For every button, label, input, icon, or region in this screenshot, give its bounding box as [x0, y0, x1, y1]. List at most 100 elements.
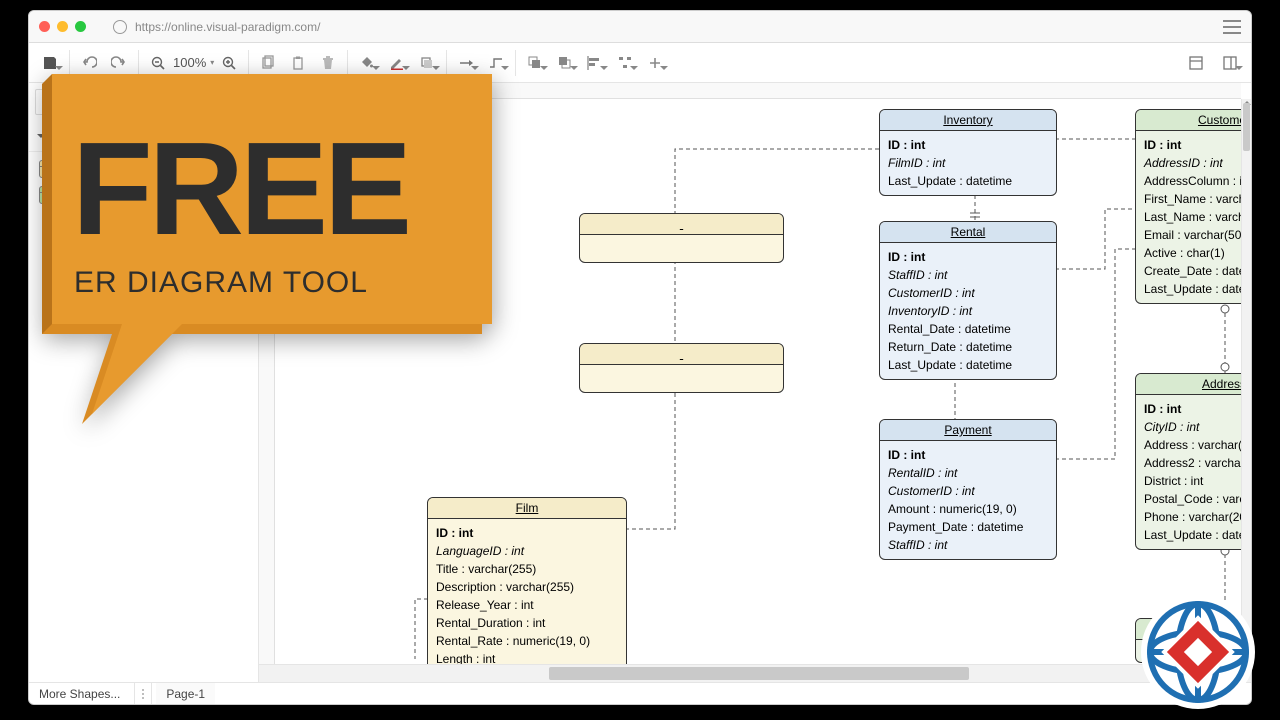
more-shapes-button[interactable]: More Shapes...	[29, 687, 130, 701]
tab-drag-handle-icon[interactable]	[139, 689, 147, 699]
entity-hidden-2[interactable]	[579, 343, 784, 393]
entity-rental[interactable]: Rental ID : intStaffID : intCustomerID :…	[879, 221, 1057, 380]
entity-column: FilmID : int	[888, 154, 1048, 172]
entity-column: CustomerID : int	[888, 482, 1048, 500]
entity-customer[interactable]: Customer ID : intAddressID : intAddressC…	[1135, 109, 1251, 304]
promo-banner: FREE ER DIAGRAM TOOL	[22, 74, 502, 454]
entity-column: RentalID : int	[888, 464, 1048, 482]
url-text: https://online.visual-paradigm.com/	[135, 20, 320, 34]
entity-column: CustomerID : int	[888, 284, 1048, 302]
entity-column: Email : varchar(50)	[1144, 226, 1251, 244]
entity-column: Amount : numeric(19, 0)	[888, 500, 1048, 518]
entity-column: ID : int	[888, 136, 1048, 154]
window-controls	[39, 21, 86, 32]
zoom-out-button[interactable]	[143, 48, 173, 78]
titlebar: https://online.visual-paradigm.com/	[29, 11, 1251, 43]
entity-column: Phone : varchar(20)	[1144, 508, 1251, 526]
entity-column: Release_Year : int	[436, 596, 618, 614]
entity-column: Last_Name : varchar(255)	[1144, 208, 1251, 226]
entity-title: Customer	[1136, 110, 1251, 131]
entity-column: StaffID : int	[888, 536, 1048, 554]
entity-title: Payment	[880, 420, 1056, 441]
shadow-button[interactable]	[412, 48, 442, 78]
entity-column: Active : char(1)	[1144, 244, 1251, 262]
entity-inventory[interactable]: Inventory ID : intFilmID : intLast_Updat…	[879, 109, 1057, 196]
entity-column: Description : varchar(255)	[436, 578, 618, 596]
entity-column: LanguageID : int	[436, 542, 618, 560]
to-back-button[interactable]	[550, 48, 580, 78]
entity-film[interactable]: Film ID : intLanguageID : intTitle : var…	[427, 497, 627, 674]
entity-body: ID : intFilmID : intLast_Update : dateti…	[880, 131, 1056, 195]
format-panel-button[interactable]	[1215, 48, 1245, 78]
entity-column: InventoryID : int	[888, 302, 1048, 320]
status-bar: More Shapes... Page-1	[29, 682, 1251, 704]
line-color-button[interactable]	[382, 48, 412, 78]
scrollbar-thumb[interactable]	[1243, 103, 1250, 151]
entity-column: CityID : int	[1144, 418, 1251, 436]
entity-body: ID : intLanguageID : intTitle : varchar(…	[428, 519, 626, 673]
entity-column: ID : int	[1144, 400, 1251, 418]
entity-column: StaffID : int	[888, 266, 1048, 284]
entity-column: ID : int	[888, 248, 1048, 266]
entity-payment[interactable]: Payment ID : intRentalID : intCustomerID…	[879, 419, 1057, 560]
connection-arrow-button[interactable]	[451, 48, 481, 78]
save-button[interactable]	[35, 48, 65, 78]
delete-button[interactable]	[313, 48, 343, 78]
waypoint-button[interactable]	[481, 48, 511, 78]
paste-button[interactable]	[283, 48, 313, 78]
entity-body: ID : intCityID : intAddress : varchar(50…	[1136, 395, 1251, 549]
entity-column: Rental_Date : datetime	[888, 320, 1048, 338]
undo-button[interactable]	[74, 48, 104, 78]
entity-column: Return_Date : datetime	[888, 338, 1048, 356]
entity-column: Payment_Date : datetime	[888, 518, 1048, 536]
distribute-button[interactable]	[610, 48, 640, 78]
entity-body: ID : intStaffID : intCustomerID : intInv…	[880, 243, 1056, 379]
entity-body: ID : intRentalID : intCustomerID : intAm…	[880, 441, 1056, 559]
maximize-window-icon[interactable]	[75, 21, 86, 32]
entity-title: Address	[1136, 374, 1251, 395]
url-bar[interactable]: https://online.visual-paradigm.com/	[113, 20, 1216, 34]
scrollbar-thumb[interactable]	[549, 667, 969, 680]
entity-column: AddressID : int	[1144, 154, 1251, 172]
entity-column: AddressColumn : int	[1144, 172, 1251, 190]
entity-column: Title : varchar(255)	[436, 560, 618, 578]
entity-column: Last_Update : datetime	[1144, 526, 1251, 544]
entity-title: Rental	[880, 222, 1056, 243]
entity-title: Inventory	[880, 110, 1056, 131]
visual-paradigm-logo-icon	[1138, 592, 1258, 712]
add-button[interactable]	[640, 48, 670, 78]
minimize-window-icon[interactable]	[57, 21, 68, 32]
entity-column: Address : varchar(50)	[1144, 436, 1251, 454]
promo-big-text: FREE	[72, 115, 408, 262]
close-window-icon[interactable]	[39, 21, 50, 32]
entity-column: ID : int	[436, 524, 618, 542]
zoom-level[interactable]: 100%▾	[173, 55, 214, 70]
redo-button[interactable]	[104, 48, 134, 78]
site-info-icon	[113, 20, 127, 34]
promo-sub-text: ER DIAGRAM TOOL	[74, 266, 368, 299]
entity-address[interactable]: Address ID : intCityID : intAddress : va…	[1135, 373, 1251, 550]
entity-body: ID : intAddressID : intAddressColumn : i…	[1136, 131, 1251, 303]
entity-column: Last_Update : datetime	[888, 356, 1048, 374]
page-tab-1[interactable]: Page-1	[156, 683, 215, 704]
to-front-button[interactable]	[520, 48, 550, 78]
entity-title: Film	[428, 498, 626, 519]
copy-button[interactable]	[253, 48, 283, 78]
entity-column: Rental_Duration : int	[436, 614, 618, 632]
fill-color-button[interactable]	[352, 48, 382, 78]
entity-column: ID : int	[1144, 136, 1251, 154]
hamburger-menu-icon[interactable]	[1223, 20, 1241, 34]
outline-panel-button[interactable]	[1181, 48, 1211, 78]
canvas-footer	[259, 664, 1251, 682]
entity-hidden-1[interactable]	[579, 213, 784, 263]
entity-column: Last_Update : datetime	[1144, 280, 1251, 298]
entity-column: District : int	[1144, 472, 1251, 490]
entity-column: Postal_Code : varchar(10)	[1144, 490, 1251, 508]
entity-column: First_Name : varchar(255)	[1144, 190, 1251, 208]
align-button[interactable]	[580, 48, 610, 78]
horizontal-scrollbar[interactable]	[489, 667, 1241, 680]
entity-column: Last_Update : datetime	[888, 172, 1048, 190]
entity-column: Create_Date : datetime	[1144, 262, 1251, 280]
zoom-in-button[interactable]	[214, 48, 244, 78]
entity-column: Address2 : varchar(50)	[1144, 454, 1251, 472]
